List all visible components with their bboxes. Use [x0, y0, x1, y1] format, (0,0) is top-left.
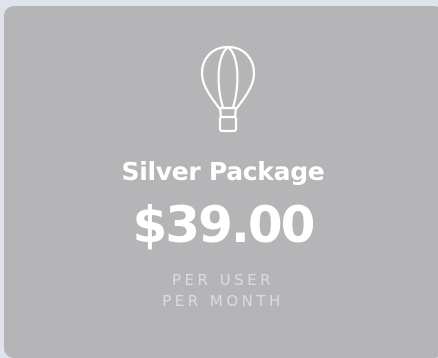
- package-title: Silver Package: [121, 157, 325, 186]
- pricing-card[interactable]: Silver Package $39.00 PER USER PER MONTH: [4, 6, 438, 358]
- price: $39.00: [132, 196, 316, 254]
- billing-period: PER USER PER MONTH: [4, 270, 438, 312]
- period-line-user: PER USER: [171, 271, 275, 289]
- period-line-month: PER MONTH: [162, 292, 284, 310]
- hot-air-balloon-icon: [198, 44, 258, 140]
